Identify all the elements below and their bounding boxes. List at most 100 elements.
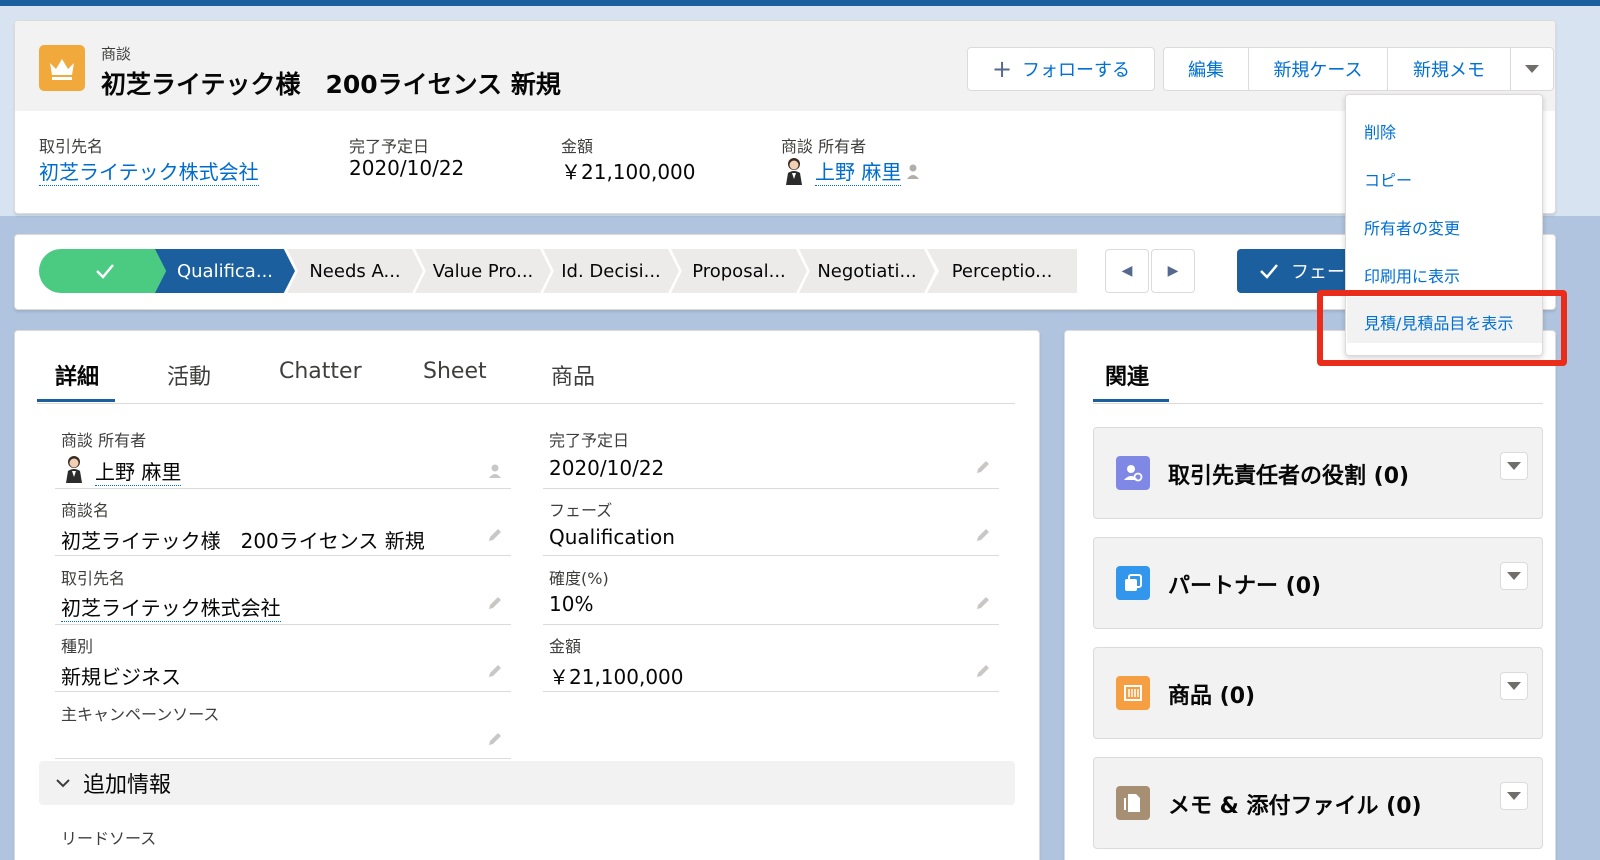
pencil-icon[interactable] [975, 663, 991, 679]
chevron-down-icon [1507, 792, 1521, 800]
path-stage[interactable]: Proposal... [671, 249, 807, 293]
field-phase-value: Qualification [549, 525, 675, 549]
field-label-close-date: 完了予定日 [549, 431, 630, 450]
pencil-icon[interactable] [975, 459, 991, 475]
tab-products[interactable]: 商品 [551, 359, 595, 391]
pencil-icon[interactable] [487, 731, 503, 747]
tab-divider [37, 403, 1015, 404]
pencil-icon[interactable] [487, 527, 503, 543]
path-stage[interactable]: Perceptio... [927, 249, 1077, 293]
chevron-down-icon [1507, 572, 1521, 580]
path-stage-current[interactable]: Qualifica... [155, 249, 295, 293]
related-list-title[interactable]: 商品 (0) [1168, 678, 1255, 710]
field-label-amount: 金額 [549, 637, 582, 656]
menu-item-delete[interactable]: 削除 [1364, 119, 1396, 143]
new-case-button[interactable]: 新規ケース [1248, 47, 1388, 91]
tab-activity[interactable]: 活動 [167, 359, 211, 391]
highlight-account-link[interactable]: 初芝ライテック株式会社 [39, 156, 259, 186]
field-divider [55, 691, 511, 692]
highlight-label-owner: 商談 所有者 [781, 137, 867, 156]
details-card: 詳細 活動 Chatter Sheet 商品 商談 所有者 上野 麻里 商談名 … [14, 330, 1040, 860]
edit-button[interactable]: 編集 [1163, 47, 1249, 91]
chevron-left-icon: ◀ [1121, 263, 1133, 279]
related-list-partners: パートナー (0) [1093, 537, 1543, 629]
field-label-name: 商談名 [61, 501, 110, 520]
change-owner-icon[interactable] [487, 463, 503, 479]
plus-icon: + [991, 55, 1013, 83]
check-icon [1260, 264, 1278, 279]
pencil-icon[interactable] [487, 663, 503, 679]
related-list-title[interactable]: メモ & 添付ファイル (0) [1168, 788, 1422, 820]
mark-phase-label: フェー [1291, 262, 1345, 283]
related-list-menu-button[interactable] [1500, 672, 1528, 700]
menu-item-printable-view[interactable]: 印刷用に表示 [1364, 263, 1460, 287]
tab-chatter[interactable]: Chatter [279, 359, 362, 384]
related-list-contact-roles: 取引先責任者の役割 (0) [1093, 427, 1543, 519]
highlight-label-close-date: 完了予定日 [349, 137, 430, 156]
tab-sheet[interactable]: Sheet [423, 359, 487, 384]
path-stage-completed[interactable] [39, 249, 171, 293]
product-icon [1116, 676, 1150, 710]
field-label-probability: 確度(%) [549, 569, 609, 588]
active-tab-indicator [1093, 399, 1169, 402]
related-list-menu-button[interactable] [1500, 452, 1528, 480]
change-owner-icon[interactable] [905, 163, 921, 181]
field-label-lead-source: リードソース [61, 829, 157, 848]
path-stage[interactable]: Value Pro... [415, 249, 551, 293]
check-icon [96, 264, 114, 279]
related-list-menu-button[interactable] [1500, 782, 1528, 810]
follow-button[interactable]: + フォローする [967, 47, 1155, 91]
highlight-owner-link[interactable]: 上野 麻里 [815, 156, 902, 186]
field-close-date-value: 2020/10/22 [549, 456, 665, 480]
field-name-value: 初芝ライテック様 200ライセンス 新規 [61, 529, 425, 553]
more-actions-button[interactable] [1510, 47, 1554, 91]
menu-item-change-owner[interactable]: 所有者の変更 [1364, 215, 1460, 239]
highlight-close-date: 2020/10/22 [349, 156, 465, 180]
record-title: 初芝ライテック様 200ライセンス 新規 [101, 70, 561, 99]
chevron-down-icon [1507, 682, 1521, 690]
pencil-icon[interactable] [975, 527, 991, 543]
path-next-button[interactable]: ▶ [1151, 249, 1195, 293]
highlight-label-account: 取引先名 [39, 137, 104, 156]
menu-item-copy[interactable]: コピー [1364, 167, 1412, 191]
related-list-title[interactable]: 取引先責任者の役割 (0) [1168, 458, 1409, 490]
related-card: 関連 取引先責任者の役割 (0) パートナー (0) 商品 (0) メモ & 添… [1064, 330, 1556, 860]
file-icon [1116, 786, 1150, 820]
tab-divider [1093, 403, 1543, 404]
highlight-amount: ￥21,100,000 [561, 160, 696, 184]
field-divider [543, 691, 999, 692]
field-account-link[interactable]: 初芝ライテック株式会社 [61, 592, 281, 622]
tab-related[interactable]: 関連 [1105, 359, 1149, 391]
owner-avatar-icon [66, 456, 82, 483]
field-type-value: 新規ビジネス [61, 665, 181, 689]
pencil-icon[interactable] [975, 595, 991, 611]
field-divider [55, 624, 511, 625]
tab-details[interactable]: 詳細 [55, 359, 99, 391]
highlight-label-amount: 金額 [561, 137, 594, 156]
field-divider [543, 555, 999, 556]
field-label-campaign: 主キャンペーンソース [61, 705, 220, 724]
partner-icon [1116, 566, 1150, 600]
related-list-title[interactable]: パートナー (0) [1168, 568, 1321, 600]
field-label-type: 種別 [61, 637, 94, 656]
field-label-phase: フェーズ [549, 501, 613, 520]
section-additional-info[interactable]: 追加情報 [39, 761, 1015, 805]
field-label-owner: 商談 所有者 [61, 431, 147, 450]
chevron-down-icon [1507, 462, 1521, 470]
active-tab-indicator [37, 399, 115, 402]
path-stage[interactable]: Needs A... [287, 249, 423, 293]
follow-label: フォローする [1022, 60, 1131, 81]
field-owner-link[interactable]: 上野 麻里 [95, 456, 182, 486]
path-prev-button[interactable]: ◀ [1105, 249, 1149, 293]
related-list-menu-button[interactable] [1500, 562, 1528, 590]
pencil-icon[interactable] [487, 595, 503, 611]
field-probability-value: 10% [549, 592, 594, 616]
section-title: 追加情報 [83, 773, 172, 798]
related-list-notes-attachments: メモ & 添付ファイル (0) [1093, 757, 1543, 849]
related-list-products: 商品 (0) [1093, 647, 1543, 739]
path-stage[interactable]: Id. Decisi... [543, 249, 679, 293]
chevron-down-icon [56, 779, 70, 788]
path-stage[interactable]: Negotiati... [799, 249, 935, 293]
new-memo-button[interactable]: 新規メモ [1387, 47, 1511, 91]
chevron-down-icon [1525, 65, 1539, 73]
